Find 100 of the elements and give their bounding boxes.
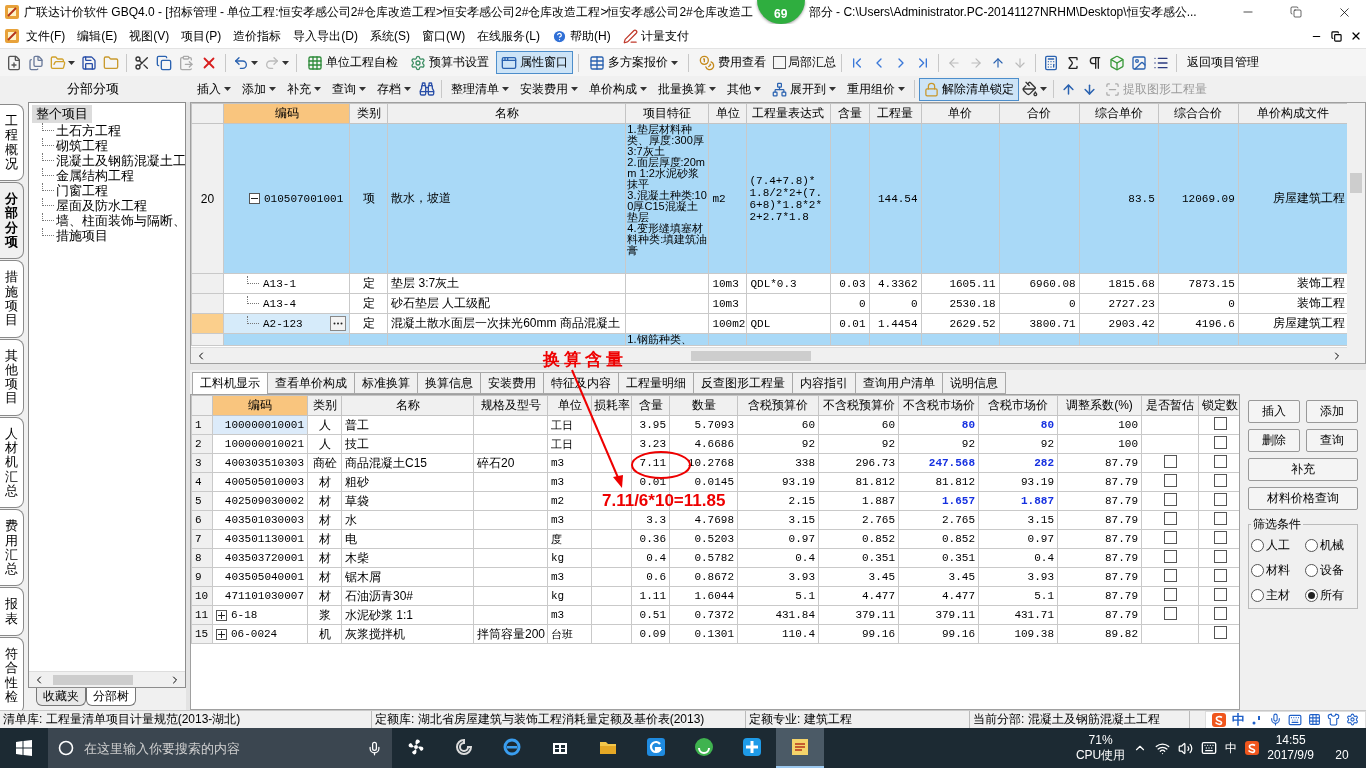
column-header[interactable]: 数量 bbox=[669, 395, 738, 416]
toolbar-button[interactable]: 费用查看 bbox=[694, 51, 771, 74]
checkbox[interactable] bbox=[1163, 474, 1177, 487]
checkbox[interactable] bbox=[1213, 626, 1227, 639]
column-header[interactable]: 类别 bbox=[307, 395, 342, 416]
column-header[interactable]: 工程量 bbox=[869, 103, 922, 124]
windows-logo-icon[interactable] bbox=[16, 740, 32, 756]
column-header[interactable]: 调整系数(%) bbox=[1057, 395, 1142, 416]
paint-bucket-icon[interactable] bbox=[1022, 81, 1038, 97]
close-icon[interactable] bbox=[1350, 30, 1362, 42]
toolbar-button[interactable]: 预算书设置 bbox=[405, 51, 494, 74]
checkbox[interactable] bbox=[1163, 493, 1177, 506]
checkbox[interactable] bbox=[1213, 436, 1227, 449]
column-header[interactable]: 规格及型号 bbox=[473, 395, 548, 416]
tab[interactable]: 分部树 bbox=[86, 688, 136, 706]
checkbox[interactable] bbox=[773, 56, 786, 69]
toolbar-button[interactable]: 多方案报价 bbox=[584, 51, 683, 74]
checkbox[interactable] bbox=[1163, 512, 1177, 525]
menu-item[interactable]: 编辑(E) bbox=[71, 25, 124, 47]
toolbar-menu-button[interactable]: 查询 bbox=[327, 77, 371, 101]
checkbox[interactable] bbox=[1213, 512, 1227, 525]
paragraph-icon[interactable] bbox=[1087, 54, 1103, 71]
copy-icon[interactable] bbox=[156, 54, 172, 71]
toolbar-button[interactable]: 返回项目管理 bbox=[1182, 51, 1264, 74]
ime-logo-icon[interactable] bbox=[1245, 741, 1260, 755]
column-header[interactable]: 单价 bbox=[921, 103, 1000, 124]
column-header[interactable]: 类别 bbox=[349, 103, 388, 124]
column-header[interactable]: 损耗率 bbox=[591, 395, 632, 416]
tab[interactable]: 说明信息 bbox=[942, 372, 1006, 394]
clock-date[interactable]: 2017/9/9 bbox=[1267, 748, 1314, 763]
column-header[interactable]: 工程量表达式 bbox=[746, 103, 830, 124]
menu-item[interactable]: 项目(P) bbox=[175, 25, 228, 47]
notification-button[interactable]: 20 bbox=[1322, 728, 1362, 768]
radio-button[interactable] bbox=[1305, 564, 1318, 577]
menu-item[interactable]: 窗口(W) bbox=[416, 25, 472, 47]
tab[interactable]: 反查图形工程量 bbox=[693, 372, 793, 394]
binoculars-icon[interactable] bbox=[419, 81, 435, 97]
circle-app-icon[interactable] bbox=[693, 736, 715, 758]
menu-item[interactable]: 帮助(H) bbox=[546, 25, 617, 47]
tab[interactable]: 查看单价构成 bbox=[267, 372, 355, 394]
column-header[interactable]: 锁定数 bbox=[1198, 395, 1239, 416]
up-icon[interactable] bbox=[991, 55, 1005, 70]
column-header[interactable]: 综合合价 bbox=[1158, 103, 1239, 124]
tab[interactable]: 换算信息 bbox=[417, 372, 481, 394]
scrollbar-thumb[interactable] bbox=[691, 350, 811, 361]
tab[interactable]: 工料机显示 bbox=[192, 372, 268, 394]
menu-item[interactable]: 在线服务(L) bbox=[471, 25, 546, 47]
column-header[interactable]: 名称 bbox=[341, 395, 474, 416]
scrollbar-thumb[interactable] bbox=[1350, 173, 1362, 193]
side-tab[interactable]: 分部分项 bbox=[0, 182, 24, 260]
toolbar-menu-button[interactable]: 安装费用 bbox=[515, 77, 583, 101]
checkbox[interactable] bbox=[1213, 474, 1227, 487]
checkbox[interactable] bbox=[1163, 531, 1177, 544]
checkbox[interactable] bbox=[1163, 550, 1177, 563]
checkbox[interactable] bbox=[1213, 607, 1227, 620]
calculator-icon[interactable] bbox=[1043, 54, 1059, 71]
radio-button[interactable] bbox=[1305, 589, 1318, 602]
column-header[interactable]: 不含税预算价 bbox=[818, 395, 899, 416]
tab[interactable]: 收藏夹 bbox=[36, 688, 86, 706]
toolbar-menu-button[interactable]: 添加 bbox=[237, 77, 281, 101]
menu-item[interactable]: 文件(F) bbox=[20, 25, 72, 47]
checkbox[interactable] bbox=[1163, 588, 1177, 601]
checkbox[interactable] bbox=[1213, 550, 1227, 563]
side-tab[interactable]: 其他项目 bbox=[0, 338, 24, 416]
network-icon[interactable] bbox=[1155, 740, 1171, 756]
unlock-list-button[interactable]: 解除清单锁定 bbox=[919, 77, 1019, 101]
search-box[interactable]: 在这里输入你要搜索的内容 bbox=[48, 728, 392, 768]
more-button[interactable] bbox=[330, 316, 347, 331]
menu-item[interactable]: 计量支付 bbox=[616, 25, 695, 47]
column-header[interactable]: 综合单价 bbox=[1079, 103, 1159, 124]
side-button[interactable]: 补充 bbox=[1248, 458, 1358, 481]
column-header[interactable]: 含税市场价 bbox=[978, 395, 1058, 416]
toolbar-menu-button[interactable]: 单价构成 bbox=[584, 77, 652, 101]
tab[interactable]: 工程量明细 bbox=[618, 372, 694, 394]
toolbar-menu-button[interactable]: 其他 bbox=[722, 77, 766, 101]
toolbar-menu-button[interactable]: 整理清单 bbox=[446, 77, 514, 101]
column-header[interactable]: 含税预算价 bbox=[737, 395, 819, 416]
cube-icon[interactable] bbox=[1109, 54, 1125, 71]
scrollbar-thumb[interactable] bbox=[53, 674, 133, 685]
search-field[interactable]: 在这里输入你要搜索的内容 bbox=[82, 739, 359, 757]
checkbox[interactable] bbox=[1213, 493, 1227, 506]
column-header[interactable]: 名称 bbox=[387, 103, 626, 124]
menu-item[interactable]: 视图(V) bbox=[123, 25, 176, 47]
tab[interactable]: 安装费用 bbox=[480, 372, 544, 394]
side-button[interactable]: 删除 bbox=[1248, 429, 1300, 452]
radio-button[interactable] bbox=[1251, 589, 1264, 602]
column-header[interactable]: 合价 bbox=[999, 103, 1080, 124]
tab[interactable]: 查询用户清单 bbox=[855, 372, 943, 394]
toolbar-menu-button[interactable]: 重用组价 bbox=[842, 77, 910, 101]
column-header[interactable]: 单位 bbox=[708, 103, 747, 124]
checkbox[interactable] bbox=[1213, 531, 1227, 544]
column-header[interactable]: 含量 bbox=[631, 395, 670, 416]
radio-button[interactable] bbox=[1251, 564, 1264, 577]
microphone-icon[interactable] bbox=[367, 740, 382, 756]
collapse-toggle[interactable] bbox=[249, 193, 260, 204]
grid-icon[interactable] bbox=[1308, 713, 1321, 726]
column-header[interactable]: 编码 bbox=[212, 395, 308, 416]
toolbar-menu-button[interactable]: 存档 bbox=[372, 77, 416, 101]
tab[interactable]: 内容指引 bbox=[792, 372, 856, 394]
cut-icon[interactable] bbox=[134, 54, 150, 71]
